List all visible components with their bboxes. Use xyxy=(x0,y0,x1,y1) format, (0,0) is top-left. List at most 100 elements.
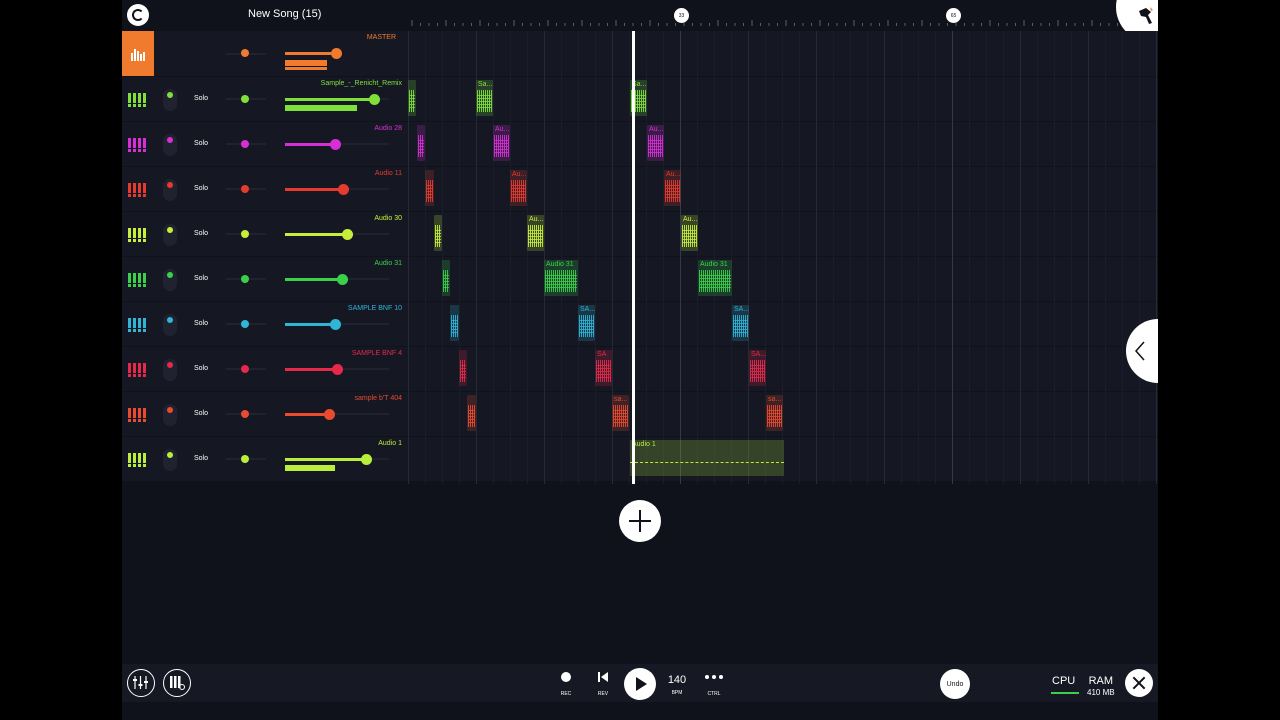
audio-clip[interactable]: sa... xyxy=(612,395,629,431)
volume-knob[interactable] xyxy=(332,364,343,375)
track-name[interactable]: sample b'T 404 xyxy=(354,395,402,402)
instrument-keys-icon[interactable] xyxy=(128,138,146,152)
app-logo-icon[interactable] xyxy=(127,4,149,26)
pan-knob[interactable] xyxy=(241,275,249,283)
mute-toggle[interactable] xyxy=(163,134,177,156)
master-pan-knob[interactable] xyxy=(241,49,249,57)
audio-clip[interactable]: SA xyxy=(595,350,612,386)
track-name[interactable]: SAMPLE BNF 4 xyxy=(352,350,402,357)
solo-button[interactable]: Solo xyxy=(194,365,208,372)
instrument-keys-icon[interactable] xyxy=(128,363,146,377)
rewind-button[interactable]: REV xyxy=(596,670,610,697)
pan-knob[interactable] xyxy=(241,95,249,103)
audio-clip[interactable]: Au... xyxy=(527,215,544,251)
volume-knob[interactable] xyxy=(324,409,335,420)
solo-button[interactable]: Solo xyxy=(194,320,208,327)
track-name[interactable]: SAMPLE BNF 10 xyxy=(348,305,402,312)
instrument-keys-icon[interactable] xyxy=(128,408,146,422)
audio-clip[interactable]: Au... xyxy=(510,170,527,206)
solo-button[interactable]: Solo xyxy=(194,455,208,462)
mute-toggle[interactable] xyxy=(163,314,177,336)
track-header[interactable]: Solo sample b'T 404 xyxy=(122,392,406,437)
mute-toggle[interactable] xyxy=(163,224,177,246)
audio-clip[interactable]: Au... xyxy=(664,170,681,206)
track-header[interactable]: Solo Audio 1 xyxy=(122,437,406,482)
close-button[interactable] xyxy=(1125,669,1153,697)
mute-toggle[interactable] xyxy=(163,404,177,426)
record-button[interactable]: REC xyxy=(559,670,573,697)
pan-knob[interactable] xyxy=(241,230,249,238)
audio-clip[interactable] xyxy=(434,215,442,251)
instrument-keys-icon[interactable] xyxy=(128,318,146,332)
instrument-keys-icon[interactable] xyxy=(128,183,146,197)
track-header[interactable]: Solo SAMPLE BNF 10 xyxy=(122,302,406,347)
piano-roll-button[interactable] xyxy=(163,669,191,697)
pan-knob[interactable] xyxy=(241,140,249,148)
solo-button[interactable]: Solo xyxy=(194,95,208,102)
pan-knob[interactable] xyxy=(241,455,249,463)
pan-knob[interactable] xyxy=(241,320,249,328)
solo-button[interactable]: Solo xyxy=(194,275,208,282)
solo-button[interactable]: Solo xyxy=(194,410,208,417)
audio-clip[interactable]: Audio 1 xyxy=(630,440,784,476)
mute-toggle[interactable] xyxy=(163,359,177,381)
volume-knob[interactable] xyxy=(338,184,349,195)
volume-knob[interactable] xyxy=(361,454,372,465)
audio-clip[interactable]: Au... xyxy=(493,125,510,161)
solo-button[interactable]: Solo xyxy=(194,185,208,192)
audio-clip[interactable] xyxy=(442,260,450,296)
track-name[interactable]: Audio 31 xyxy=(374,260,402,267)
track-name[interactable]: Audio 1 xyxy=(378,440,402,447)
arrangement-lanes[interactable]: Sa... Sa... Au... Au... Au... Au... Au..… xyxy=(408,31,1158,484)
audio-clip[interactable] xyxy=(459,350,467,386)
bar-marker-33[interactable]: 33 xyxy=(674,8,689,23)
track-name[interactable]: Audio 11 xyxy=(375,170,402,177)
undo-button[interactable]: Undo xyxy=(940,669,970,699)
instrument-keys-icon[interactable] xyxy=(128,228,146,242)
instrument-keys-icon[interactable] xyxy=(128,273,146,287)
bpm-control[interactable]: 140 BPM xyxy=(666,670,688,696)
audio-clip[interactable]: Sa... xyxy=(476,80,493,116)
audio-clip[interactable] xyxy=(408,80,416,116)
track-header[interactable]: Solo Sample_-_Renicht_Remix xyxy=(122,77,406,122)
ctrl-button[interactable]: CTRL xyxy=(704,670,724,697)
master-mixer-icon[interactable] xyxy=(122,31,154,76)
playhead[interactable] xyxy=(632,31,635,484)
audio-clip[interactable]: sa... xyxy=(766,395,783,431)
pan-knob[interactable] xyxy=(241,365,249,373)
pan-knob[interactable] xyxy=(241,185,249,193)
mute-toggle[interactable] xyxy=(163,179,177,201)
track-header[interactable]: Solo Audio 28 xyxy=(122,122,406,167)
audio-clip[interactable]: Au... xyxy=(681,215,698,251)
volume-knob[interactable] xyxy=(342,229,353,240)
pan-knob[interactable] xyxy=(241,410,249,418)
track-name[interactable]: Sample_-_Renicht_Remix xyxy=(321,80,402,87)
audio-clip[interactable] xyxy=(425,170,434,206)
mute-toggle[interactable] xyxy=(163,449,177,471)
solo-button[interactable]: Solo xyxy=(194,230,208,237)
audio-clip[interactable] xyxy=(417,125,425,161)
timeline-ruler[interactable]: 33 65 xyxy=(408,0,1158,30)
master-volume-knob[interactable] xyxy=(331,48,342,59)
add-track-button[interactable] xyxy=(619,500,661,542)
volume-knob[interactable] xyxy=(330,139,341,150)
bar-marker-65[interactable]: 65 xyxy=(946,8,961,23)
track-header[interactable]: Solo Audio 31 xyxy=(122,257,406,302)
audio-clip[interactable]: Au... xyxy=(647,125,664,161)
audio-clip[interactable]: SA... xyxy=(749,350,766,386)
audio-clip[interactable]: SA... xyxy=(732,305,749,341)
volume-knob[interactable] xyxy=(369,94,380,105)
mixer-button[interactable] xyxy=(127,669,155,697)
song-title[interactable]: New Song (15) xyxy=(248,8,321,20)
instrument-keys-icon[interactable] xyxy=(128,453,146,467)
track-header[interactable]: Solo Audio 11 xyxy=(122,167,406,212)
instrument-keys-icon[interactable] xyxy=(128,93,146,107)
track-header[interactable]: Solo SAMPLE BNF 4 xyxy=(122,347,406,392)
solo-button[interactable]: Solo xyxy=(194,140,208,147)
audio-clip[interactable]: Audio 31 xyxy=(698,260,732,296)
mute-toggle[interactable] xyxy=(163,89,177,111)
volume-knob[interactable] xyxy=(330,319,341,330)
audio-clip[interactable]: Audio 31 xyxy=(544,260,578,296)
track-name[interactable]: Audio 30 xyxy=(374,215,402,222)
audio-clip[interactable] xyxy=(450,305,459,341)
